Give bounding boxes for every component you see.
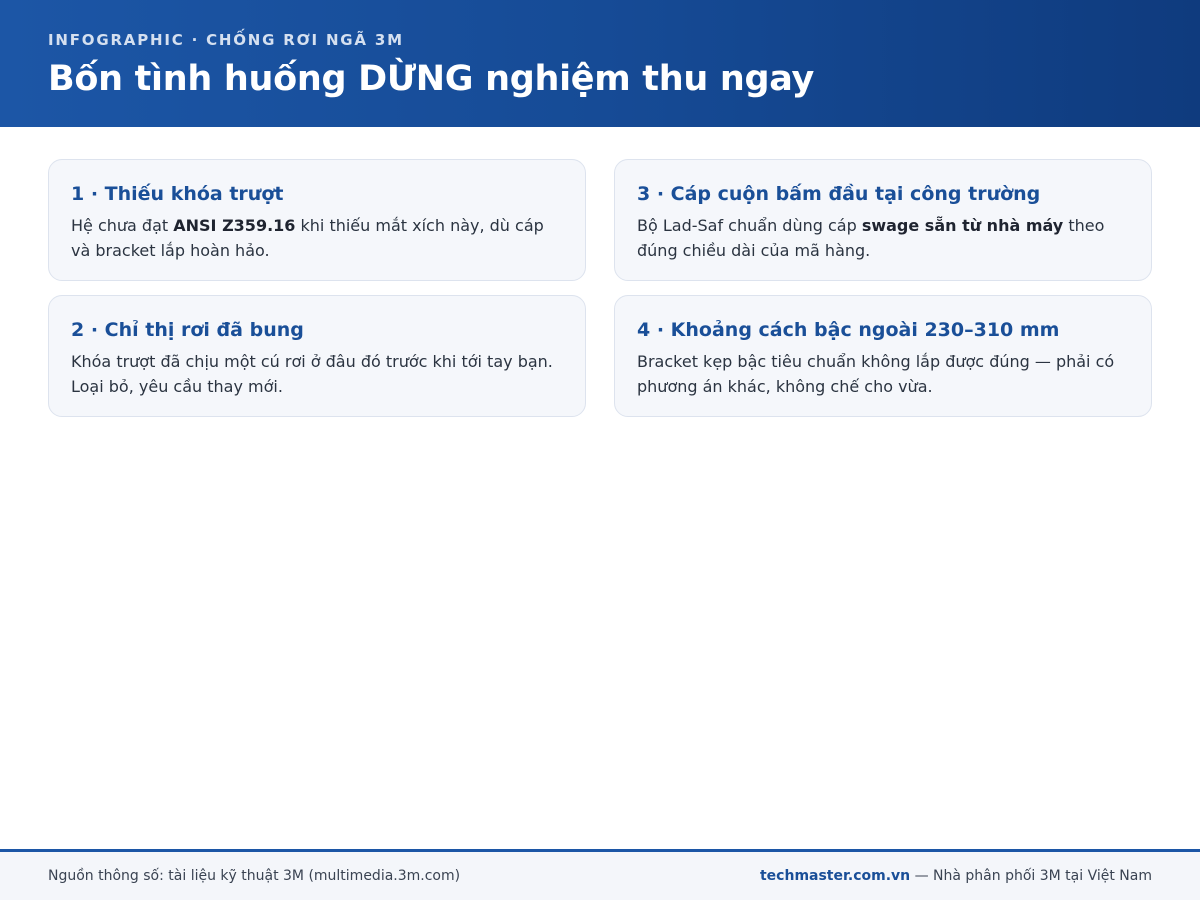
- card-body-text: Hệ chưa đạt: [71, 216, 174, 235]
- card-4: 4 · Khoảng cách bậc ngoài 230–310 mm Bra…: [614, 295, 1152, 417]
- footer-brand-suffix: — Nhà phân phối 3M tại Việt Nam: [910, 868, 1152, 884]
- footer-brand-link[interactable]: techmaster.com.vn: [760, 868, 910, 884]
- card-title: 3 · Cáp cuộn bấm đầu tại công trường: [637, 183, 1041, 205]
- footer-brand-line: techmaster.com.vn — Nhà phân phối 3M tại…: [760, 868, 1152, 884]
- card-body-highlight: ANSI Z359.16: [173, 216, 296, 235]
- card-body: Hệ chưa đạt ANSI Z359.16 khi thiếu mắt x…: [71, 213, 563, 263]
- card-title: 1 · Thiếu khóa trượt: [71, 183, 284, 205]
- card-body: Bộ Lad-Saf chuẩn dùng cáp swage sẵn từ n…: [637, 213, 1129, 263]
- page-title: Bốn tình huống DỪNG nghiệm thu ngay: [48, 59, 814, 99]
- card-1: 1 · Thiếu khóa trượt Hệ chưa đạt ANSI Z3…: [48, 159, 586, 281]
- header-kicker: INFOGRAPHIC · CHỐNG RƠI NGÃ 3M: [48, 31, 404, 49]
- card-body-highlight: swage sẵn từ nhà máy: [861, 216, 1064, 235]
- header-banner: INFOGRAPHIC · CHỐNG RƠI NGÃ 3M Bốn tình …: [0, 0, 1200, 127]
- card-title: 4 · Khoảng cách bậc ngoài 230–310 mm: [637, 319, 1060, 341]
- footer: Nguồn thông số: tài liệu kỹ thuật 3M (mu…: [0, 849, 1200, 900]
- card-body: Bracket kẹp bậc tiêu chuẩn không lắp đượ…: [637, 352, 1115, 396]
- card-body: Khóa trượt đã chịu một cú rơi ở đâu đó t…: [71, 352, 553, 396]
- card-title: 2 · Chỉ thị rơi đã bung: [71, 319, 304, 341]
- card-body-text: Bộ Lad-Saf chuẩn dùng cáp: [637, 216, 862, 235]
- card-2: 2 · Chỉ thị rơi đã bung Khóa trượt đã ch…: [48, 295, 586, 417]
- footer-source: Nguồn thông số: tài liệu kỹ thuật 3M (mu…: [48, 868, 461, 884]
- card-3: 3 · Cáp cuộn bấm đầu tại công trường Bộ …: [614, 159, 1152, 281]
